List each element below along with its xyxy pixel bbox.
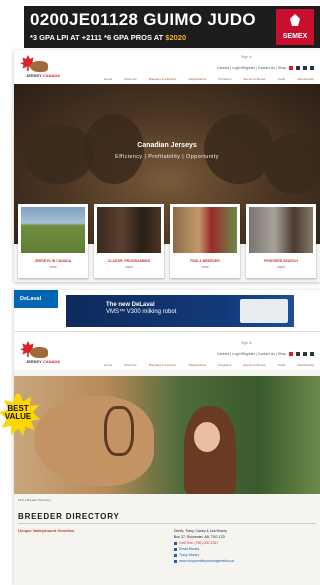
utility-links[interactable]: Careers | Login/Register | Contact Us | … [217, 352, 314, 357]
semex-banner-ad[interactable]: 0200JE01128 GUIMO JUDO *3 GPA LPI AT +21… [24, 6, 320, 48]
email-icon [174, 547, 177, 551]
breeder-face [194, 422, 220, 452]
phone-icon [174, 541, 177, 545]
hero-title: Canadian Jerseys [137, 142, 197, 149]
nav-item[interactable]: Home [104, 77, 112, 81]
cow-icon [30, 347, 48, 358]
homepage-screenshot: JERSEY CANADA Sign In Careers | Login/Re… [14, 50, 320, 282]
tile-image [21, 207, 85, 253]
nav-item[interactable]: Home [104, 363, 112, 367]
tile-image [97, 207, 161, 253]
robot-image [240, 299, 288, 323]
nav-item[interactable]: Registrations [189, 363, 207, 367]
cow-silhouette [84, 114, 144, 184]
nav-item[interactable]: Youth [278, 363, 286, 367]
nav-item[interactable]: Programs [218, 77, 231, 81]
breadcrumb[interactable]: Find a Breeder Directory [18, 498, 51, 502]
semex-logo: SEMEX [276, 9, 314, 45]
delaval-banner-ad[interactable]: DeLaval The new DeLaval VMS™ V300 milkin… [14, 290, 320, 332]
twitter-icon[interactable] [303, 66, 308, 71]
email-icon [174, 553, 177, 557]
facebook-icon[interactable] [296, 66, 301, 71]
nav-item[interactable]: Breeding & Genetics [149, 77, 177, 81]
halter-shape [104, 406, 134, 456]
nav-item[interactable]: Membership [297, 77, 314, 81]
vms-ad-panel: The new DeLaval VMS™ V300 milking robot [66, 295, 294, 327]
bull-icon [290, 14, 300, 26]
jersey-canada-logo[interactable]: JERSEY CANADA [20, 341, 60, 367]
youtube-icon[interactable] [289, 66, 294, 71]
nav-item[interactable]: Youth [278, 77, 286, 81]
utility-links[interactable]: Careers | Login/Register | Contact Us | … [217, 66, 314, 71]
ad-headline: 0200JE01128 GUIMO JUDO [30, 10, 256, 29]
cow-silhouette [204, 114, 274, 184]
delaval-logo: DeLaval [14, 290, 58, 308]
breeder-directory-screenshot: DeLaval The new DeLaval VMS™ V300 milkin… [14, 290, 320, 585]
search-icon[interactable] [310, 352, 314, 357]
signin-link[interactable]: Sign In [241, 55, 252, 59]
hero-photo [14, 376, 320, 494]
nav-item[interactable]: About Us [124, 77, 136, 81]
tile-classification[interactable]: CLASSIF. PROGRAMMES VIEW [94, 204, 164, 278]
divider [18, 523, 316, 524]
contact-link[interactable]: www.uniquevalleymountgenetics.ca [179, 558, 234, 564]
twitter-icon[interactable] [303, 352, 308, 357]
feature-tiles: JERSEYS IN CANADA VIEW CLASSIF. PROGRAMM… [18, 204, 316, 278]
site-header: JERSEY CANADA Sign In Careers | Login/Re… [14, 332, 320, 370]
cow-icon [30, 61, 48, 72]
nav-item[interactable]: Membership [297, 363, 314, 367]
youtube-icon[interactable] [289, 352, 294, 357]
nav-item[interactable]: Breeding & Genetics [149, 363, 177, 367]
tile-pedigree-search[interactable]: PEDIGREE SEARCH VIEW [246, 204, 316, 278]
page-title: BREEDER DIRECTORY [18, 512, 120, 521]
search-icon[interactable] [310, 66, 314, 71]
nav-item[interactable]: Events & Shows [244, 363, 266, 367]
tile-find-breeder[interactable]: FIND A BREEDER VIEW [170, 204, 240, 278]
globe-icon [174, 559, 177, 563]
nav-item[interactable]: About Us [124, 363, 136, 367]
signin-link[interactable]: Sign In [241, 341, 252, 345]
hero-subtitle: Efficiency | Profitability | Opportunity [115, 154, 219, 160]
nav-item[interactable]: Registrations [189, 77, 207, 81]
tile-image [249, 207, 313, 253]
main-nav: Home About Us Breeding & Genetics Regist… [104, 77, 314, 81]
breeder-contact: Derek, Tracy, Casey & Lea Money Box 27, … [174, 528, 234, 564]
main-nav: Home About Us Breeding & Genetics Regist… [104, 363, 314, 367]
jersey-cow-image [34, 396, 154, 486]
nav-item[interactable]: Events & Shows [244, 77, 266, 81]
ad-subline: *3 GPA LPI AT +2111 *6 GPA PROS AT $2020 [30, 33, 187, 42]
site-header: JERSEY CANADA Sign In Careers | Login/Re… [14, 50, 320, 84]
tile-jerseys-in-canada[interactable]: JERSEYS IN CANADA VIEW [18, 204, 88, 278]
facebook-icon[interactable] [296, 352, 301, 357]
nav-item[interactable]: Programs [218, 363, 231, 367]
jersey-canada-logo[interactable]: JERSEY CANADA [20, 55, 60, 81]
tile-image [173, 207, 237, 253]
breeder-farm-name[interactable]: Unique Valleymount Genetics [18, 528, 74, 533]
